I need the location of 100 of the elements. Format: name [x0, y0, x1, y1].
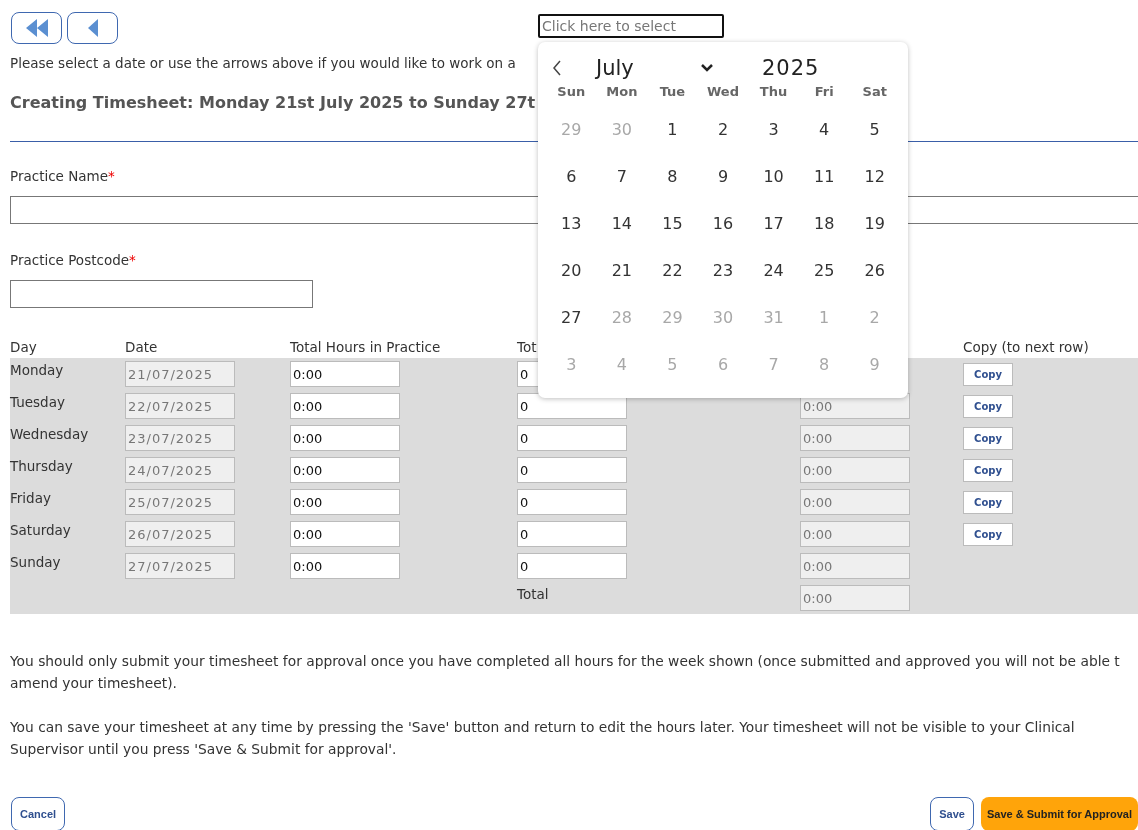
calendar-day[interactable]: 17: [763, 214, 784, 233]
first-week-button[interactable]: [11, 12, 62, 44]
calendar-day[interactable]: 7: [616, 167, 627, 186]
cancel-button[interactable]: Cancel: [11, 797, 66, 830]
hours-field[interactable]: 0:00: [290, 393, 400, 419]
calendar-day: 4: [616, 355, 627, 374]
calendar-day: 5: [667, 355, 678, 374]
calendar-day[interactable]: 19: [864, 214, 885, 233]
total-field[interactable]: 0:00: [800, 553, 910, 579]
hours-field[interactable]: 0:00: [290, 553, 400, 579]
copy-button[interactable]: Copy: [963, 522, 1013, 546]
weekday-label: Sat: [861, 84, 888, 101]
hours-field[interactable]: 0:00: [290, 425, 400, 451]
total-field[interactable]: 0:00: [800, 489, 910, 515]
calendar-day[interactable]: 20: [561, 261, 582, 280]
calendar-day[interactable]: 6: [566, 167, 577, 186]
submit-button[interactable]: Save & Submit for Approval: [980, 797, 1138, 830]
month-select[interactable]: July: [596, 56, 714, 80]
copy-button[interactable]: Copy: [963, 362, 1013, 386]
date-field[interactable]: 27/07/2025: [125, 553, 235, 579]
calendar-day[interactable]: 25: [813, 261, 835, 280]
calendar-day[interactable]: 1: [667, 120, 678, 139]
total-field[interactable]: 0:00: [800, 425, 910, 451]
column-header: Date: [125, 339, 158, 355]
weekday-label: Sun: [556, 84, 587, 101]
calendar-day: 1: [819, 308, 830, 327]
day-label: Monday: [10, 362, 65, 378]
date-field[interactable]: 25/07/2025: [125, 489, 235, 515]
calendar-day[interactable]: 4: [819, 120, 830, 139]
weekday-label: Wed: [706, 84, 740, 101]
calendar-day: 30: [611, 120, 633, 139]
note-text: You should only submit your timesheet for approval once you have completed all hours for the week shown (once submitted and approved you will not be able t amend your timesheet).: [10, 652, 1121, 693]
hours-field[interactable]: 0:00: [290, 361, 400, 387]
weekday-label: Thu: [758, 84, 789, 101]
day-label: Sunday: [10, 554, 62, 570]
weekday-label: Fri: [813, 84, 835, 101]
day-label: Saturday: [10, 522, 72, 538]
calendar-day: 30: [712, 308, 734, 327]
date-select-field[interactable]: Click here to select: [538, 14, 724, 38]
total-field[interactable]: 0:00: [800, 521, 910, 547]
calendar-day[interactable]: 27: [561, 308, 582, 327]
calendar-day[interactable]: 11: [813, 167, 835, 186]
date-field[interactable]: 23/07/2025: [125, 425, 235, 451]
value-field[interactable]: 0: [517, 425, 627, 451]
copy-button[interactable]: Copy: [963, 394, 1013, 418]
value-field[interactable]: 0: [517, 489, 627, 515]
calendar-day[interactable]: 3: [768, 120, 779, 139]
total-field[interactable]: 0:00: [800, 457, 910, 483]
day-label: Tuesday: [10, 394, 66, 410]
copy-button[interactable]: Copy: [963, 458, 1013, 482]
field-label: Practice Postcode*: [10, 252, 136, 268]
text-field[interactable]: [10, 280, 313, 308]
calendar-day[interactable]: 16: [712, 214, 734, 233]
date-field[interactable]: 21/07/2025: [125, 361, 235, 387]
hours-field[interactable]: 0:00: [290, 521, 400, 547]
instruction-text: Please select a date or use the arrows above if you would like to work on a: [10, 55, 516, 71]
calendar-day[interactable]: 13: [561, 214, 582, 233]
calendar-day[interactable]: 22: [662, 261, 683, 280]
chevron-left-icon: [552, 60, 562, 76]
calendar-day: 29: [561, 120, 582, 139]
calendar-day[interactable]: 18: [813, 214, 835, 233]
calendar-day[interactable]: 5: [869, 120, 880, 139]
copy-button[interactable]: Copy: [963, 490, 1013, 514]
previous-week-button[interactable]: [67, 12, 118, 44]
calendar-day[interactable]: 24: [763, 261, 784, 280]
value-field[interactable]: 0: [517, 521, 627, 547]
date-field[interactable]: 26/07/2025: [125, 521, 235, 547]
calendar-day: 9: [869, 355, 880, 374]
column-header: Total Hours in Practice: [290, 339, 441, 355]
hours-field[interactable]: 0:00: [290, 457, 400, 483]
value-field[interactable]: 0: [517, 553, 627, 579]
day-label: Thursday: [10, 458, 74, 474]
calendar-day[interactable]: 21: [611, 261, 633, 280]
calendar-day[interactable]: 8: [667, 167, 678, 186]
date-field[interactable]: 22/07/2025: [125, 393, 235, 419]
calendar-day: 6: [717, 355, 729, 374]
calendar-day[interactable]: 10: [763, 167, 784, 186]
save-button[interactable]: Save: [930, 797, 974, 830]
total-field[interactable]: 0:00: [800, 585, 910, 611]
weekday-label: Mon: [605, 84, 639, 101]
value-field[interactable]: 0: [517, 457, 627, 483]
calendar-day[interactable]: 14: [611, 214, 633, 233]
column-header: Tot: [517, 339, 537, 355]
calendar-day[interactable]: 2: [717, 120, 729, 139]
chevron-down-icon: [700, 63, 714, 73]
double-triangle-left-icon: [24, 18, 49, 38]
year-field[interactable]: 2025: [762, 56, 820, 80]
copy-button[interactable]: Copy: [963, 426, 1013, 450]
calendar-day[interactable]: 23: [712, 261, 734, 280]
calendar-day: 7: [768, 355, 779, 374]
field-label: Practice Name*: [10, 168, 115, 184]
calendar-day[interactable]: 26: [864, 261, 885, 280]
page-heading: Creating Timesheet: Monday 21st July 2025 to Sunday 27t: [10, 93, 536, 112]
calendar-day[interactable]: 9: [717, 167, 729, 186]
hours-field[interactable]: 0:00: [290, 489, 400, 515]
calendar-day: 8: [819, 355, 830, 374]
calendar-day[interactable]: 15: [662, 214, 683, 233]
date-field[interactable]: 24/07/2025: [125, 457, 235, 483]
calendar-day[interactable]: 12: [864, 167, 885, 186]
total-label: Total: [517, 586, 550, 602]
